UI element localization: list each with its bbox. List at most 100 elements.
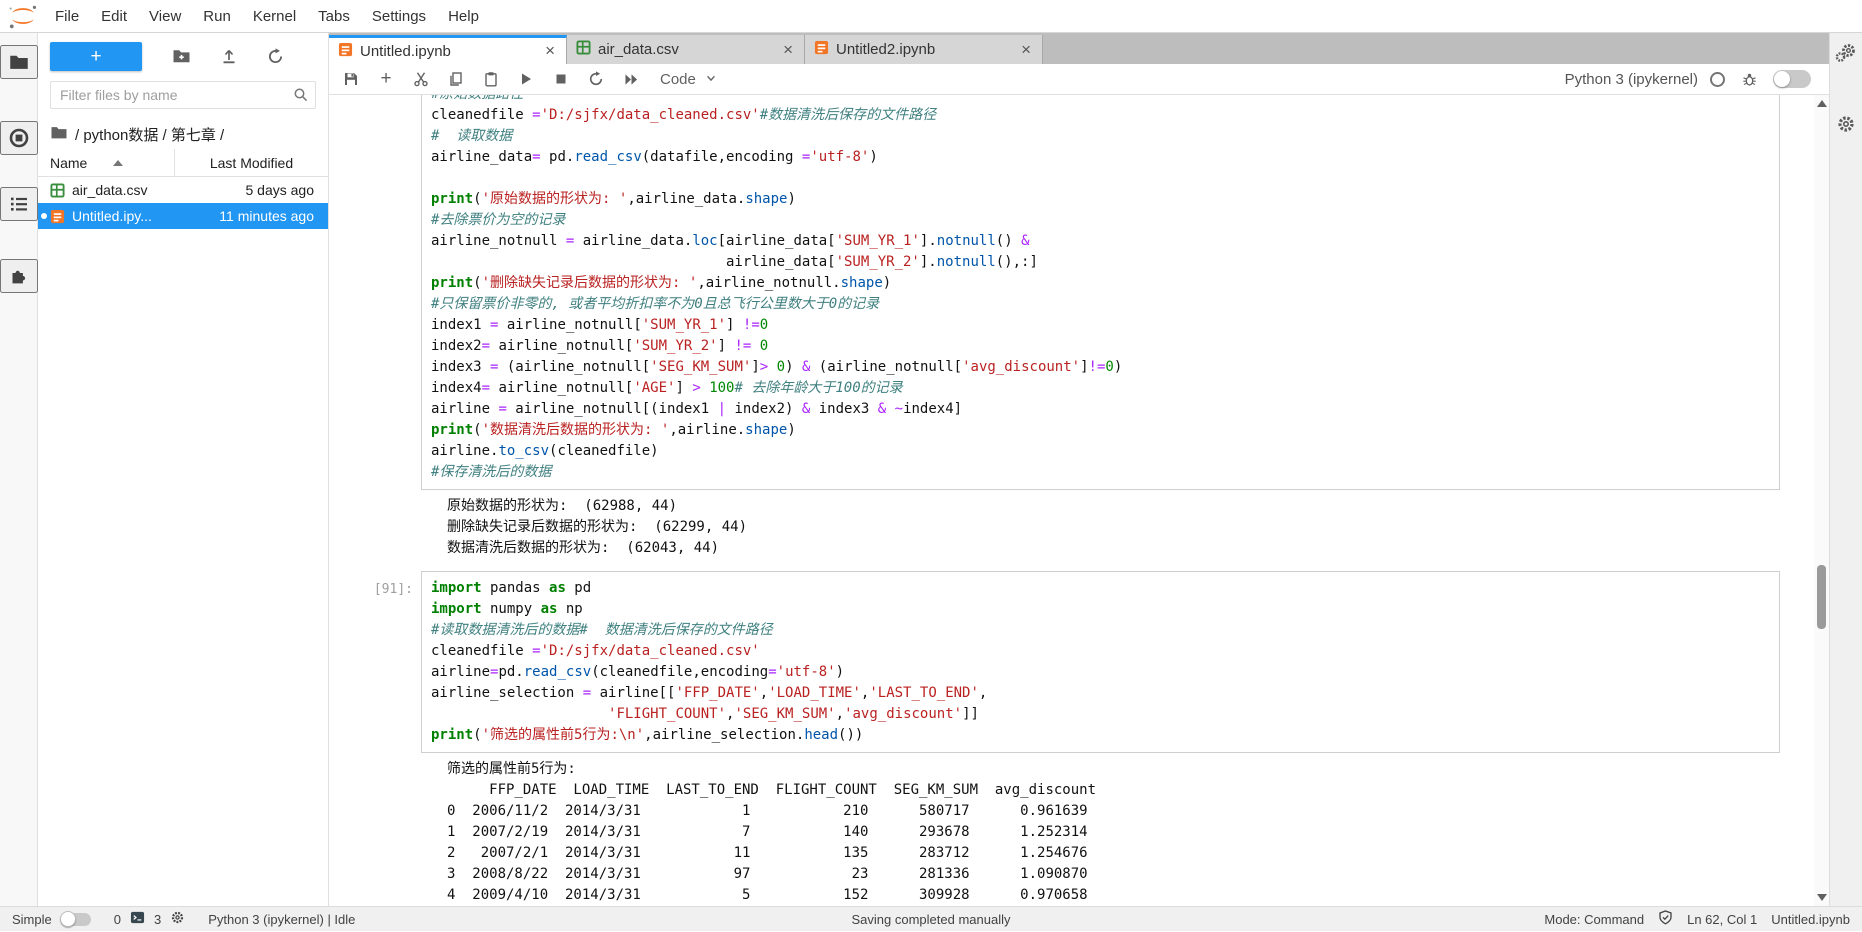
copy-cells-icon[interactable] xyxy=(444,67,468,91)
active-filename: Untitled.ipynb xyxy=(1771,911,1850,927)
output-line: 3 2008/8/22 2014/3/31 97 23 281336 1.090… xyxy=(447,866,1088,882)
cell-type-dropdown[interactable]: Code xyxy=(660,71,718,88)
output-line: 数据清洗后数据的形状为: (62043, 44) xyxy=(447,540,720,556)
tab-Untitled2.ipynb[interactable]: Untitled2.ipynb × xyxy=(805,35,1043,64)
code-line: cleanedfile ='D:/sjfx/data_cleaned.csv' xyxy=(431,643,760,659)
terminal-count: 0 xyxy=(113,911,121,927)
code-line: airline.to_csv(cleanedfile) xyxy=(431,443,659,459)
running-sessions-icon[interactable] xyxy=(0,121,38,155)
table-of-contents-icon[interactable] xyxy=(0,187,38,221)
refresh-icon[interactable] xyxy=(267,44,284,68)
paste-cells-icon[interactable] xyxy=(479,67,503,91)
restart-kernel-icon[interactable] xyxy=(584,67,608,91)
sort-by-modified-header[interactable]: Last Modified xyxy=(175,155,328,171)
cell-list: #原始数据路径 cleanedfile ='D:/sjfx/data_cleane… xyxy=(329,95,1780,906)
notebook-toolbar: + Code Python 3 (ipykernel) xyxy=(329,64,1829,95)
code-line: import numpy as np xyxy=(431,601,583,617)
close-tab-icon[interactable]: × xyxy=(543,41,557,61)
csv-file-icon xyxy=(50,182,65,198)
code-line: #读取数据清洗后的数据# 数据清洗后保存的文件路径 xyxy=(431,622,773,638)
settings-gear-icon[interactable] xyxy=(1836,114,1856,137)
code-line: 'FLIGHT_COUNT','SEG_KM_SUM','avg_discoun… xyxy=(608,706,979,722)
menu-bar: File Edit View Run Kernel Tabs Settings Help xyxy=(0,0,1862,33)
cell-editor[interactable]: #原始数据路径 cleanedfile ='D:/sjfx/data_cleane… xyxy=(421,95,1780,490)
menu-kernel[interactable]: Kernel xyxy=(242,1,307,32)
save-icon[interactable] xyxy=(339,67,363,91)
filter-files-input[interactable] xyxy=(50,81,316,109)
code-line: print('数据清洗后数据的形状为: ',airline.shape) xyxy=(431,422,796,438)
code-line: #只保留票价非零的, 或者平均折扣率不为0且总飞行公里数大于0的记录 xyxy=(431,296,880,312)
code-line: index4= airline_notnull['AGE'] > 100# 去除… xyxy=(431,380,903,396)
debugger-bug-icon[interactable] xyxy=(1737,67,1761,91)
kernel-name-button[interactable]: Python 3 (ipykernel) xyxy=(1565,71,1698,88)
scroll-up-icon[interactable] xyxy=(1817,100,1827,107)
scroll-down-icon[interactable] xyxy=(1817,894,1827,901)
menu-run[interactable]: Run xyxy=(192,1,242,32)
simple-mode-toggle[interactable] xyxy=(59,910,91,927)
command-mode-indicator: Mode: Command xyxy=(1544,911,1645,927)
menu-file[interactable]: File xyxy=(44,1,90,32)
tab-air_data.csv[interactable]: air_data.csv × xyxy=(567,35,805,64)
close-tab-icon[interactable]: × xyxy=(781,40,795,60)
interrupt-kernel-icon[interactable] xyxy=(549,67,573,91)
new-launcher-button[interactable]: + xyxy=(50,41,142,71)
output-line: 4 2009/4/10 2014/3/31 5 152 309928 0.970… xyxy=(447,887,1088,903)
code-line: import pandas as pd xyxy=(431,580,592,596)
file-row-Untitled.ipy...[interactable]: Untitled.ipy... 11 minutes ago xyxy=(38,203,328,229)
kernel-sessions-icon[interactable] xyxy=(170,910,185,928)
code-line: index2= airline_notnull['SUM_YR_2'] != 0 xyxy=(431,338,769,354)
new-folder-icon[interactable] xyxy=(172,44,191,68)
scrollbar-thumb[interactable] xyxy=(1817,565,1826,629)
file-list: air_data.csv 5 days ago Untitled.ipy... 11 … xyxy=(38,177,328,229)
menu-settings[interactable]: Settings xyxy=(361,1,437,32)
notebook-document: #原始数据路径 cleanedfile ='D:/sjfx/data_cleane… xyxy=(329,95,1829,906)
home-folder-icon[interactable] xyxy=(50,125,68,144)
cursor-position[interactable]: Ln 62, Col 1 xyxy=(1687,912,1757,927)
code-line: #保存清洗后的数据 xyxy=(431,464,552,480)
menu-help[interactable]: Help xyxy=(437,1,490,32)
code-line: airline = airline_notnull[(index1 | inde… xyxy=(431,401,963,417)
run-cell-icon[interactable] xyxy=(514,67,538,91)
property-inspector-gears-icon[interactable] xyxy=(1835,43,1857,66)
breadcrumb[interactable]: / python数据 / 第七章 / xyxy=(38,119,328,149)
tab-label: Untitled.ipynb xyxy=(360,42,451,60)
code-line: cleanedfile ='D:/sjfx/data_cleaned.csv'#… xyxy=(431,107,937,123)
sort-by-name-header[interactable]: Name xyxy=(38,149,175,176)
code-line: index3 = (airline_notnull['SEG_KM_SUM']>… xyxy=(431,359,1123,375)
code-cell-0: #原始数据路径 cleanedfile ='D:/sjfx/data_cleane… xyxy=(355,95,1780,490)
output-line: 1 2007/2/19 2014/3/31 7 140 293678 1.252… xyxy=(447,824,1088,840)
menu-tabs[interactable]: Tabs xyxy=(307,1,361,32)
output-line: 2 2007/2/1 2014/3/31 11 135 283712 1.254… xyxy=(447,845,1088,861)
kernel-count: 3 xyxy=(153,911,162,927)
notebook-file-icon xyxy=(338,42,353,61)
toolbar-toggle-switch[interactable] xyxy=(1773,70,1811,88)
kernel-status-text[interactable]: Python 3 (ipykernel) | Idle xyxy=(208,912,355,927)
close-tab-icon[interactable]: × xyxy=(1019,40,1033,60)
kernel-status-icon xyxy=(1710,71,1725,87)
file-modified: 5 days ago xyxy=(245,182,315,198)
code-cell-1: [91]: import pandas as pd import numpy as … xyxy=(355,571,1780,753)
file-row-air_data.csv[interactable]: air_data.csv 5 days ago xyxy=(38,177,328,203)
tab-Untitled.ipynb[interactable]: Untitled.ipynb × xyxy=(329,35,567,64)
menu-edit[interactable]: Edit xyxy=(90,1,138,32)
trusted-shield-icon[interactable] xyxy=(1658,910,1673,928)
code-line: print('筛选的属性前5行为:\n',airline_selection.h… xyxy=(431,727,864,743)
cut-cells-icon[interactable] xyxy=(409,67,433,91)
saving-status-message: Saving completed manually xyxy=(851,911,1011,927)
code-line: #原始数据路径 xyxy=(431,95,1770,105)
terminal-icon[interactable] xyxy=(130,910,145,928)
file-browser-icon[interactable] xyxy=(0,45,38,79)
right-activity-bar xyxy=(1829,33,1862,906)
jupyter-logo-icon xyxy=(6,3,40,30)
cell-editor[interactable]: import pandas as pd import numpy as np #读取… xyxy=(421,571,1780,753)
upload-icon[interactable] xyxy=(221,44,237,68)
add-cell-icon[interactable]: + xyxy=(374,67,398,91)
breadcrumb-path: / python数据 / 第七章 / xyxy=(75,126,225,144)
notebook-scrollbar[interactable] xyxy=(1814,95,1829,906)
restart-run-all-icon[interactable] xyxy=(619,67,643,91)
dock-tab-bar: Untitled.ipynb × air_data.csv × Untitled2.ip… xyxy=(329,33,1829,64)
extension-manager-icon[interactable] xyxy=(0,259,38,293)
menu-view[interactable]: View xyxy=(138,1,192,32)
tab-label: Untitled2.ipynb xyxy=(836,41,936,58)
